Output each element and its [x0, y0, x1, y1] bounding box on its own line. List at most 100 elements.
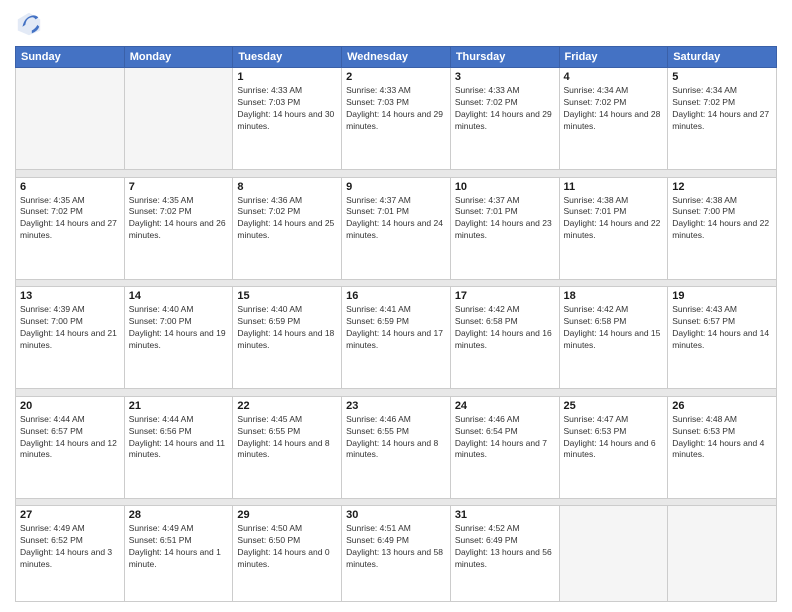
- day-cell: 1Sunrise: 4:33 AMSunset: 7:03 PMDaylight…: [233, 68, 342, 170]
- day-number: 8: [237, 181, 337, 193]
- day-detail: Sunrise: 4:34 AMSunset: 7:02 PMDaylight:…: [564, 85, 664, 133]
- weekday-header-row: SundayMondayTuesdayWednesdayThursdayFrid…: [16, 47, 777, 68]
- week-row: 27 Sunrise: 4:49 AMSunset: 6:52 PMDayligh…: [16, 506, 777, 602]
- day-detail: Sunrise: 4:50 AMSunset: 6:50 PMDaylight:…: [237, 523, 337, 571]
- day-detail: Sunrise: 4:40 AMSunset: 7:00 PMDaylight:…: [129, 304, 229, 352]
- day-detail: Sunrise: 4:47 AMSunset: 6:53 PMDaylight:…: [564, 414, 664, 462]
- day-number: 4: [564, 71, 664, 83]
- day-number: 26: [672, 400, 772, 412]
- day-cell: 7 Sunrise: 4:35 AMSunset: 7:02 PMDaylight…: [124, 177, 233, 279]
- day-number: 12: [672, 181, 772, 193]
- day-cell: 18 Sunrise: 4:42 AMSunset: 6:58 PMDayligh…: [559, 287, 668, 389]
- day-detail: Sunrise: 4:46 AMSunset: 6:54 PMDaylight:…: [455, 414, 555, 462]
- day-cell: 11 Sunrise: 4:38 AMSunset: 7:01 PMDayligh…: [559, 177, 668, 279]
- day-number: 16: [346, 290, 446, 302]
- day-cell: 20 Sunrise: 4:44 AMSunset: 6:57 PMDayligh…: [16, 396, 125, 498]
- day-cell: 6 Sunrise: 4:35 AMSunset: 7:02 PMDaylight…: [16, 177, 125, 279]
- day-number: 24: [455, 400, 555, 412]
- day-cell: 16 Sunrise: 4:41 AMSunset: 6:59 PMDayligh…: [342, 287, 451, 389]
- day-cell: 25 Sunrise: 4:47 AMSunset: 6:53 PMDayligh…: [559, 396, 668, 498]
- week-divider: [16, 389, 777, 397]
- day-cell: 4 Sunrise: 4:34 AMSunset: 7:02 PMDaylight…: [559, 68, 668, 170]
- day-number: 28: [129, 509, 229, 521]
- day-detail: Sunrise: 4:35 AMSunset: 7:02 PMDaylight:…: [129, 195, 229, 243]
- day-number: 9: [346, 181, 446, 193]
- day-cell: 10 Sunrise: 4:37 AMSunset: 7:01 PMDayligh…: [450, 177, 559, 279]
- day-number: 2: [346, 71, 446, 83]
- day-detail: Sunrise: 4:36 AMSunset: 7:02 PMDaylight:…: [237, 195, 337, 243]
- day-detail: Sunrise: 4:35 AMSunset: 7:02 PMDaylight:…: [20, 195, 120, 243]
- weekday-header: Saturday: [668, 47, 777, 68]
- day-detail: Sunrise: 4:37 AMSunset: 7:01 PMDaylight:…: [346, 195, 446, 243]
- day-detail: Sunrise: 4:38 AMSunset: 7:01 PMDaylight:…: [564, 195, 664, 243]
- day-detail: Sunrise: 4:34 AMSunset: 7:02 PMDaylight:…: [672, 85, 772, 133]
- day-detail: Sunrise: 4:48 AMSunset: 6:53 PMDaylight:…: [672, 414, 772, 462]
- day-number: 20: [20, 400, 120, 412]
- day-detail: Sunrise: 4:37 AMSunset: 7:01 PMDaylight:…: [455, 195, 555, 243]
- day-number: 22: [237, 400, 337, 412]
- day-cell: [124, 68, 233, 170]
- day-cell: 26 Sunrise: 4:48 AMSunset: 6:53 PMDayligh…: [668, 396, 777, 498]
- day-cell: [668, 506, 777, 602]
- logo-icon: [15, 10, 43, 38]
- day-cell: [16, 68, 125, 170]
- day-number: 3: [455, 71, 555, 83]
- day-detail: Sunrise: 4:46 AMSunset: 6:55 PMDaylight:…: [346, 414, 446, 462]
- weekday-header: Tuesday: [233, 47, 342, 68]
- day-cell: 22 Sunrise: 4:45 AMSunset: 6:55 PMDayligh…: [233, 396, 342, 498]
- day-number: 27: [20, 509, 120, 521]
- day-number: 14: [129, 290, 229, 302]
- day-cell: 31Sunrise: 4:52 AMSunset: 6:49 PMDayligh…: [450, 506, 559, 602]
- day-cell: 9 Sunrise: 4:37 AMSunset: 7:01 PMDaylight…: [342, 177, 451, 279]
- day-cell: 8 Sunrise: 4:36 AMSunset: 7:02 PMDaylight…: [233, 177, 342, 279]
- day-number: 19: [672, 290, 772, 302]
- week-row: 6 Sunrise: 4:35 AMSunset: 7:02 PMDaylight…: [16, 177, 777, 279]
- weekday-header: Thursday: [450, 47, 559, 68]
- week-row: 1 Sunrise: 4:33 AMSunset: 7:03 PMDaylight…: [16, 68, 777, 170]
- day-number: 25: [564, 400, 664, 412]
- day-number: 5: [672, 71, 772, 83]
- day-detail: Sunrise: 4:41 AMSunset: 6:59 PMDaylight:…: [346, 304, 446, 352]
- day-cell: 14 Sunrise: 4:40 AMSunset: 7:00 PMDayligh…: [124, 287, 233, 389]
- day-detail: Sunrise: 4:49 AMSunset: 6:52 PMDaylight:…: [20, 523, 120, 571]
- day-cell: 17 Sunrise: 4:42 AMSunset: 6:58 PMDayligh…: [450, 287, 559, 389]
- day-cell: 3 Sunrise: 4:33 AMSunset: 7:02 PMDaylight…: [450, 68, 559, 170]
- day-detail: Sunrise: 4:49 AMSunset: 6:51 PMDaylight:…: [129, 523, 229, 571]
- day-cell: 21 Sunrise: 4:44 AMSunset: 6:56 PMDayligh…: [124, 396, 233, 498]
- day-number: 29: [237, 509, 337, 521]
- day-cell: 24 Sunrise: 4:46 AMSunset: 6:54 PMDayligh…: [450, 396, 559, 498]
- day-detail: Sunrise: 4:33 AMSunset: 7:03 PMDaylight:…: [346, 85, 446, 133]
- day-detail: Sunrise: 4:44 AMSunset: 6:57 PMDaylight:…: [20, 414, 120, 462]
- day-number: 6: [20, 181, 120, 193]
- day-cell: 28 Sunrise: 4:49 AMSunset: 6:51 PMDayligh…: [124, 506, 233, 602]
- day-cell: 15Sunrise: 4:40 AMSunset: 6:59 PMDayligh…: [233, 287, 342, 389]
- day-detail: Sunrise: 4:33 AMSunset: 7:02 PMDaylight:…: [455, 85, 555, 133]
- weekday-header: Wednesday: [342, 47, 451, 68]
- day-number: 7: [129, 181, 229, 193]
- day-number: 13: [20, 290, 120, 302]
- day-cell: 23 Sunrise: 4:46 AMSunset: 6:55 PMDayligh…: [342, 396, 451, 498]
- day-detail: Sunrise: 4:42 AMSunset: 6:58 PMDaylight:…: [564, 304, 664, 352]
- day-cell: 2 Sunrise: 4:33 AMSunset: 7:03 PMDaylight…: [342, 68, 451, 170]
- day-cell: 12 Sunrise: 4:38 AMSunset: 7:00 PMDayligh…: [668, 177, 777, 279]
- day-detail: Sunrise: 4:39 AMSunset: 7:00 PMDaylight:…: [20, 304, 120, 352]
- day-number: 17: [455, 290, 555, 302]
- day-cell: [559, 506, 668, 602]
- week-row: 20 Sunrise: 4:44 AMSunset: 6:57 PMDayligh…: [16, 396, 777, 498]
- day-number: 18: [564, 290, 664, 302]
- day-detail: Sunrise: 4:45 AMSunset: 6:55 PMDaylight:…: [237, 414, 337, 462]
- day-number: 11: [564, 181, 664, 193]
- day-cell: 13 Sunrise: 4:39 AMSunset: 7:00 PMDayligh…: [16, 287, 125, 389]
- week-divider: [16, 279, 777, 287]
- day-number: 1: [237, 71, 337, 83]
- calendar-table: SundayMondayTuesdayWednesdayThursdayFrid…: [15, 46, 777, 602]
- day-number: 21: [129, 400, 229, 412]
- day-detail: Sunrise: 4:40 AMSunset: 6:59 PMDaylight:…: [237, 304, 337, 352]
- day-detail: Sunrise: 4:42 AMSunset: 6:58 PMDaylight:…: [455, 304, 555, 352]
- day-number: 10: [455, 181, 555, 193]
- header: [15, 10, 777, 38]
- day-detail: Sunrise: 4:44 AMSunset: 6:56 PMDaylight:…: [129, 414, 229, 462]
- day-number: 23: [346, 400, 446, 412]
- day-detail: Sunrise: 4:38 AMSunset: 7:00 PMDaylight:…: [672, 195, 772, 243]
- day-number: 30: [346, 509, 446, 521]
